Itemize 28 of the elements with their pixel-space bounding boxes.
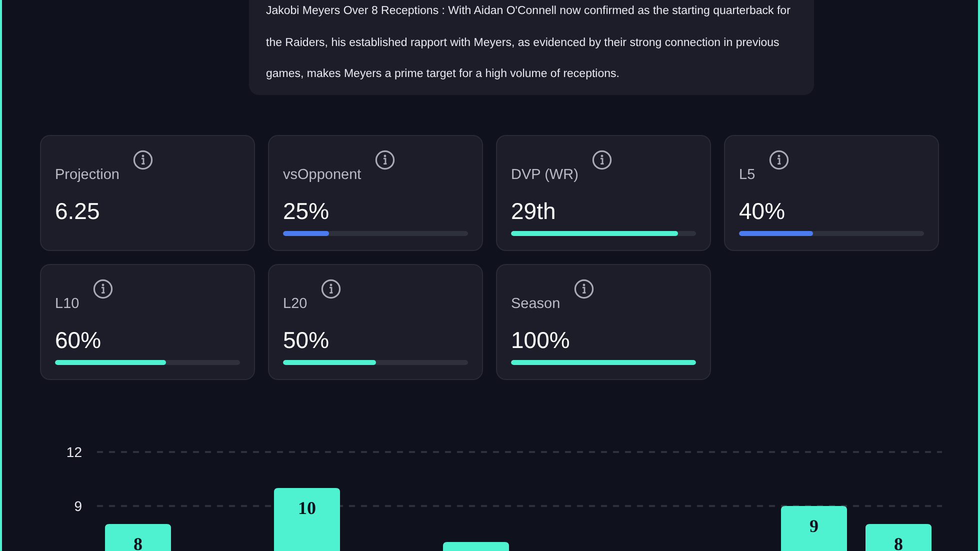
stat-value: 60% <box>55 326 102 352</box>
bar-value-label: 9 <box>810 515 818 536</box>
stat-label: vsOpponent <box>283 166 362 184</box>
summary-text: Jakobi Meyers Over 8 Receptions : With Aidan O'Connell now confirmed as the starting quarterback for the Raiders, his established rapport with Meyers, as evidenced by their strong connection in previous games, makes Meyers a prime target for a high volume of receptions. <box>249 0 814 94</box>
stat-label: L20 <box>283 294 308 312</box>
stat-value: 6.25 <box>55 198 101 224</box>
stat-label: L5 <box>739 166 756 184</box>
stat-label: Season <box>511 294 560 312</box>
info-icon[interactable] <box>592 150 612 170</box>
stat-value: 50% <box>283 326 330 352</box>
y-tick-label: 9 <box>74 497 82 514</box>
info-icon[interactable] <box>375 150 396 170</box>
stat-value: 29th <box>511 198 557 224</box>
y-tick-label: 12 <box>66 444 82 460</box>
bar-value-label: 8 <box>894 533 903 551</box>
bar-value-label: 10 <box>298 497 316 518</box>
stat-value: 100% <box>511 326 571 352</box>
info-icon[interactable] <box>769 150 790 170</box>
stat-value: 40% <box>739 198 786 224</box>
bar-value-label: 8 <box>134 533 142 551</box>
stat-label: DVP (WR) <box>511 166 578 184</box>
stat-value: 25% <box>283 198 330 224</box>
stat-label: Projection <box>55 166 120 184</box>
stat-label: L10 <box>55 294 80 312</box>
info-icon[interactable] <box>93 278 114 298</box>
info-icon[interactable] <box>133 150 154 170</box>
info-icon[interactable] <box>321 278 342 298</box>
info-icon[interactable] <box>574 278 594 298</box>
